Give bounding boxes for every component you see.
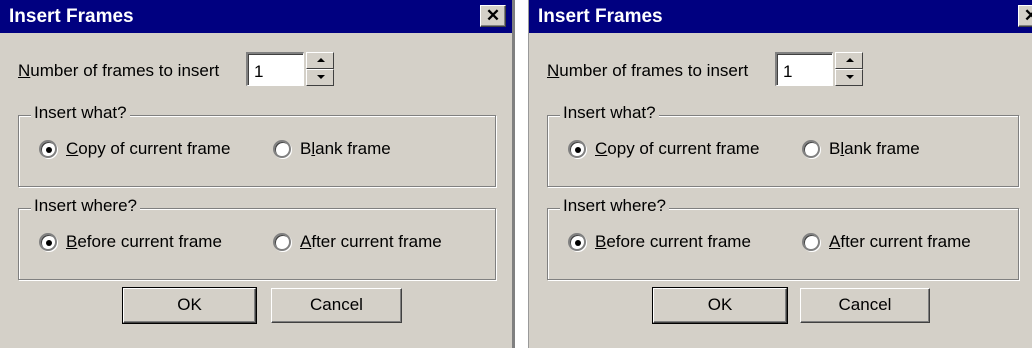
radio-label: Copy of current frame: [66, 139, 231, 158]
cancel-button[interactable]: Cancel: [271, 288, 402, 323]
radio-circle: [39, 233, 57, 251]
insert-frames-dialog: Insert Frames ✕ Number of frames to inse…: [0, 0, 515, 348]
radio-dot: [46, 240, 52, 246]
number-of-frames-input[interactable]: [246, 52, 304, 86]
title-bar: Insert Frames ✕: [0, 0, 512, 33]
radio-dot: [575, 240, 581, 246]
arrow-down-icon: [317, 75, 325, 79]
close-icon: ✕: [1024, 6, 1032, 25]
arrow-up-icon: [317, 58, 325, 62]
insert-where-legend: Insert where?: [560, 196, 669, 216]
spin-down-button[interactable]: [306, 69, 334, 86]
arrow-up-icon: [846, 58, 854, 62]
insert-what-legend: Insert what?: [560, 103, 659, 123]
radio-circle: [273, 140, 291, 158]
radio-label: Blank frame: [300, 139, 391, 158]
radio-label: Blank frame: [829, 139, 920, 158]
radio-label: Before current frame: [595, 232, 751, 251]
close-button[interactable]: ✕: [1018, 5, 1032, 27]
radio-label: After current frame: [829, 232, 971, 251]
radio-circle: [802, 140, 820, 158]
number-of-frames-label: Number of frames to insert: [547, 61, 749, 80]
number-of-frames-label: Number of frames to insert: [18, 61, 220, 80]
radio-circle: [568, 140, 586, 158]
radio-circle: [273, 233, 291, 251]
close-button[interactable]: ✕: [480, 5, 506, 27]
radio-dot: [46, 147, 52, 153]
radio-circle: [802, 233, 820, 251]
insert-what-legend: Insert what?: [31, 103, 130, 123]
radio-dot: [575, 147, 581, 153]
insert-where-group: Insert where? Before current frame After…: [18, 196, 496, 280]
cancel-button[interactable]: Cancel: [800, 288, 930, 323]
insert-what-group: Insert what? Copy of current frame Blank…: [547, 103, 1019, 187]
number-spinner: [835, 52, 863, 86]
radio-label: After current frame: [300, 232, 442, 251]
radio-circle: [39, 140, 57, 158]
number-spinner: [306, 52, 334, 86]
insert-frames-dialog: Insert Frames ✕ Number of frames to inse…: [528, 0, 1032, 348]
spin-up-button[interactable]: [306, 52, 334, 69]
spin-up-button[interactable]: [835, 52, 863, 69]
radio-circle: [568, 233, 586, 251]
insert-what-group: Insert what? Copy of current frame Blank…: [18, 103, 496, 187]
ok-button[interactable]: OK: [652, 287, 788, 324]
arrow-down-icon: [846, 75, 854, 79]
close-icon: ✕: [485, 6, 501, 25]
radio-label: Copy of current frame: [595, 139, 760, 158]
title-bar: Insert Frames ✕: [529, 0, 1032, 33]
insert-where-legend: Insert where?: [31, 196, 140, 216]
ok-button[interactable]: OK: [122, 287, 257, 324]
insert-where-group: Insert where? Before current frame After…: [547, 196, 1019, 280]
dialog-title: Insert Frames: [9, 6, 134, 27]
radio-label: Before current frame: [66, 232, 222, 251]
number-of-frames-input[interactable]: [775, 52, 833, 86]
spin-down-button[interactable]: [835, 69, 863, 86]
dialog-title: Insert Frames: [538, 6, 663, 27]
